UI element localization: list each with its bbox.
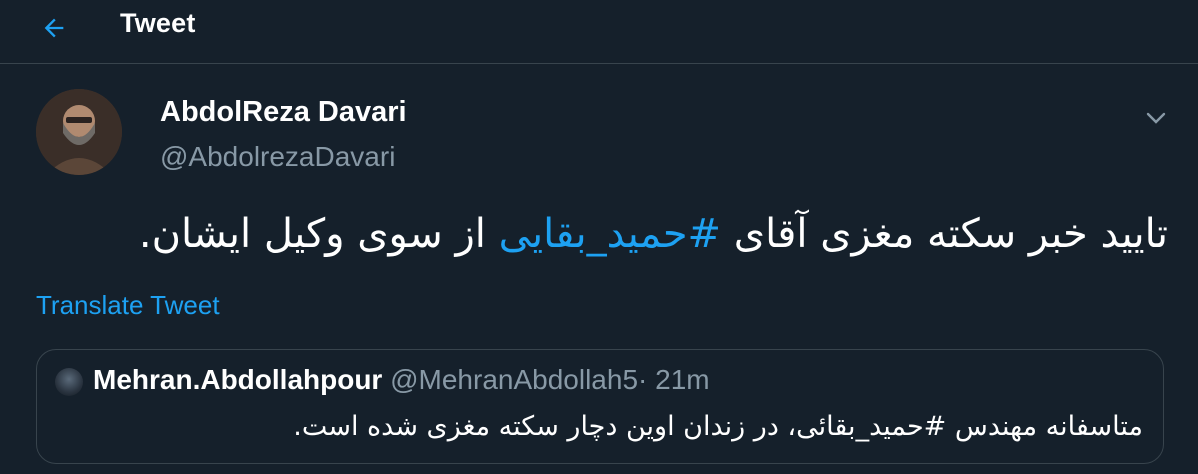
tweet-text-part: تایید خبر سکته مغزی آقای <box>721 211 1168 257</box>
quoted-author-name: Mehran.Abdollahpour <box>93 364 383 395</box>
quoted-tweet-header: Mehran.Abdollahpour @MehranAbdollah5· 21… <box>93 364 710 396</box>
arrow-left-icon <box>44 18 64 38</box>
top-bar: Tweet <box>0 0 1198 64</box>
translate-tweet-link[interactable]: Translate Tweet <box>36 290 220 321</box>
author-avatar[interactable] <box>36 89 122 175</box>
quoted-tweet-card[interactable]: Mehran.Abdollahpour @MehranAbdollah5· 21… <box>36 349 1164 464</box>
quoted-author-handle: @MehranAbdollah5 <box>390 364 639 395</box>
hashtag-link[interactable]: #حمید_بقایی <box>499 211 721 257</box>
author-handle[interactable]: @AbdolrezaDavari <box>160 141 395 173</box>
back-button[interactable] <box>34 8 74 48</box>
more-options-button[interactable] <box>1140 104 1172 132</box>
tweet-text-part: از سوی وکیل ایشان. <box>138 211 499 257</box>
quoted-tweet-time: 21m <box>655 364 710 395</box>
page-title: Tweet <box>120 8 196 38</box>
quoted-author-avatar <box>55 368 83 396</box>
separator-dot: · <box>638 364 648 395</box>
chevron-down-icon <box>1146 112 1166 124</box>
tweet-text: تایید خبر سکته مغزی آقای #حمید_بقایی از … <box>38 206 1168 262</box>
avatar-image <box>36 89 122 175</box>
author-display-name[interactable]: AbdolReza Davari <box>160 96 407 129</box>
quoted-tweet-text: متاسفانه مهندس #حمید_بقائی، در زندان اوی… <box>293 411 1143 442</box>
